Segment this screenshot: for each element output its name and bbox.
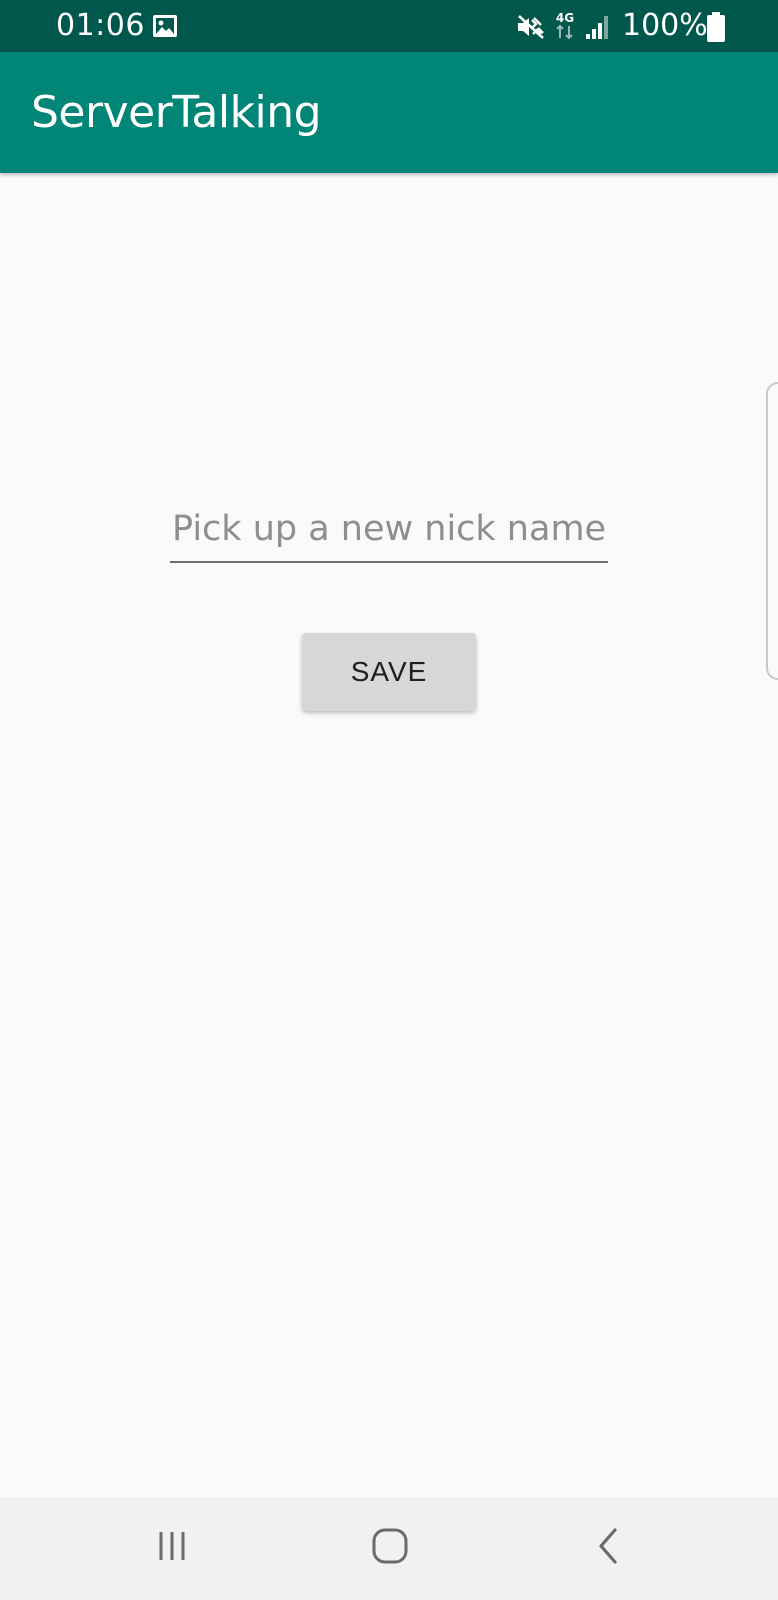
4g-icon: 4G bbox=[552, 10, 578, 42]
home-icon bbox=[371, 1527, 409, 1570]
back-icon bbox=[596, 1527, 620, 1570]
battery-percent: 100% bbox=[622, 8, 708, 43]
recents-icon bbox=[155, 1529, 189, 1568]
signal-icon bbox=[584, 14, 612, 40]
app-title: ServerTalking bbox=[31, 87, 322, 138]
edge-panel-handle[interactable] bbox=[766, 382, 778, 680]
app-bar: ServerTalking bbox=[0, 52, 778, 173]
gallery-icon bbox=[152, 14, 178, 38]
4g-label: 4G bbox=[556, 11, 574, 25]
status-bar: 01:06 4G 100% bbox=[0, 0, 778, 52]
home-button[interactable] bbox=[330, 1497, 450, 1600]
save-button[interactable]: SAVE bbox=[302, 633, 476, 711]
back-button[interactable] bbox=[548, 1497, 668, 1600]
status-time: 01:06 bbox=[56, 8, 145, 43]
status-icons: 4G 100% bbox=[512, 0, 778, 52]
main-content: SAVE bbox=[0, 173, 778, 1497]
mute-icon bbox=[516, 14, 546, 40]
battery-icon bbox=[706, 12, 726, 42]
navigation-bar bbox=[0, 1497, 778, 1600]
recents-button[interactable] bbox=[112, 1497, 232, 1600]
nickname-input[interactable] bbox=[170, 503, 608, 563]
